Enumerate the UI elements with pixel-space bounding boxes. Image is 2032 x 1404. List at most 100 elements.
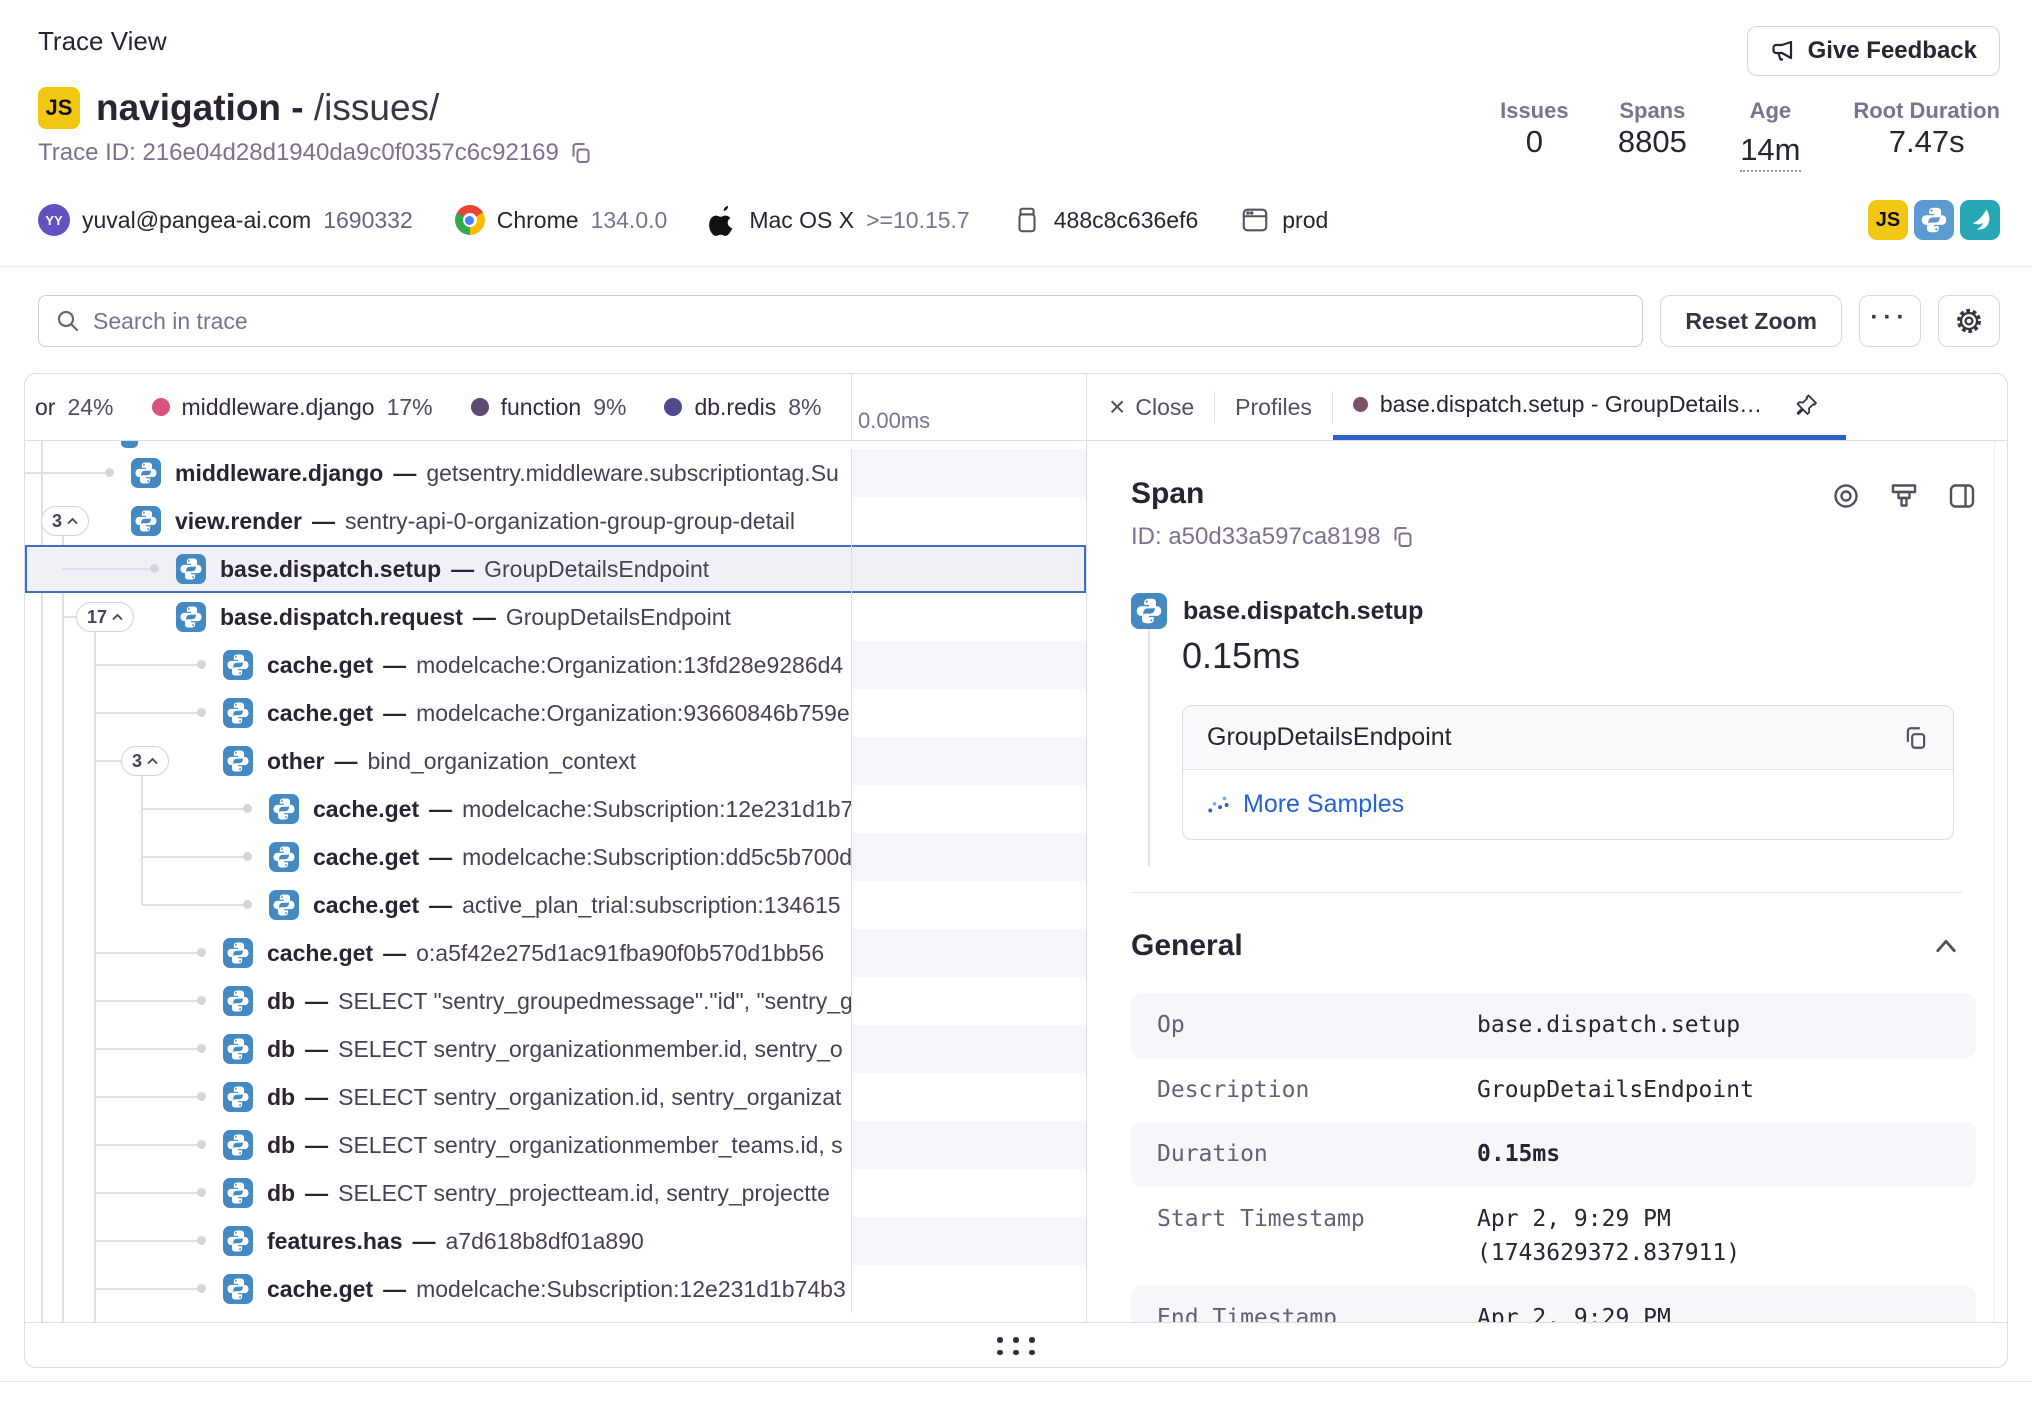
waterfall-cell[interactable] [852,1073,1086,1121]
tree-connector-dot [197,708,206,717]
waterfall-cell[interactable] [852,545,1086,593]
waterfall-cell[interactable] [852,497,1086,545]
span-description: modelcache:Subscription:12e231d1b74b3 [416,1276,846,1302]
span-op: other [267,748,325,774]
tab-profiles[interactable]: Profiles [1215,374,1332,440]
waterfall-cell[interactable] [852,689,1086,737]
span-row-text: base.dispatch.setup—GroupDetailsEndpoint [220,556,709,583]
span-tree-row[interactable]: cache.get—modelcache:Subscription:dd5c5b… [25,833,1086,881]
span-tree-row[interactable]: db—SELECT sentry_organizationmember_team… [25,1121,1086,1169]
focus-target-icon[interactable] [1831,481,1861,511]
span-tree-row[interactable]: cache.get—modelcache:Organization:936608… [25,689,1086,737]
waterfall-cell[interactable] [852,977,1086,1025]
collapse-chevron-up-icon[interactable] [1933,936,1959,956]
device-id: 488c8c636ef6 [1054,207,1199,234]
general-row-start-timestamp: Start TimestampApr 2, 9:29 PM (174362937… [1131,1187,1976,1286]
span-tree-row[interactable]: cache.get—active_plan_trial:subscription… [25,881,1086,929]
span-row-label-cell: db—SELECT sentry_organizationmember.id, … [25,1025,852,1073]
span-tree-row[interactable]: cache.get—modelcache:Subscription:12e231… [25,785,1086,833]
span-id-text: ID: a50d33a597ca8198 [1131,523,1381,551]
legend-percent: 8% [788,394,821,421]
span-count-chip[interactable]: 17 [76,602,134,632]
tree-connector [94,1000,201,1002]
copy-icon[interactable] [1903,725,1929,751]
span-row-label-cell: cache.get—modelcache:Subscription:12e231… [25,785,852,833]
general-key: Description [1157,1073,1477,1108]
waterfall-cell[interactable] [852,881,1086,929]
span-count-chip[interactable]: 3 [41,506,89,536]
python-icon [131,458,161,488]
waterfall-cell[interactable] [852,1265,1086,1313]
span-count-chip[interactable]: 3 [121,746,169,776]
pin-tab-button[interactable] [1786,385,1826,425]
search-bar[interactable] [38,295,1643,347]
span-tree-row[interactable]: cache.get—modelcache:Subscription:12e231… [25,1265,1086,1313]
stat-label: Age [1735,98,1805,124]
python-icon [223,938,253,968]
waterfall-cell[interactable] [852,929,1086,977]
general-key: Start Timestamp [1157,1202,1477,1271]
tree-connector [94,1144,201,1146]
tree-connector-dot [197,1284,206,1293]
span-tree-row[interactable]: 3other—bind_organization_context [25,737,1086,785]
waterfall-cell[interactable] [852,1025,1086,1073]
tab-active-span[interactable]: base.dispatch.setup - GroupDetails… [1333,374,1846,440]
tree-connector [94,1240,201,1242]
separator: — [383,940,406,966]
waterfall-cell[interactable] [852,785,1086,833]
span-tree-row[interactable]: 3view.render—sentry-api-0-organization-g… [25,497,1086,545]
span-tree-row[interactable]: features.has—a7d618b8df01a890 [25,1217,1086,1265]
span-tree-row[interactable]: 17base.dispatch.request—GroupDetailsEndp… [25,593,1086,641]
settings-button[interactable] [1938,295,2000,347]
general-table: Opbase.dispatch.setupDescriptionGroupDet… [1131,993,1976,1322]
sidebar-layout-icon[interactable] [1947,481,1977,511]
span-description: modelcache:Organization:13fd28e9286d4 [416,652,843,678]
copy-icon[interactable] [1391,525,1415,549]
reset-zoom-button[interactable]: Reset Zoom [1660,295,1842,347]
span-tree-row[interactable]: db—SELECT sentry_projectteam.id, sentry_… [25,1169,1086,1217]
waterfall-cell[interactable] [852,1217,1086,1265]
give-feedback-button[interactable]: Give Feedback [1747,26,2000,76]
tree-connector [94,1192,201,1194]
span-tree-row[interactable]: db—SELECT "sentry_groupedmessage"."id", … [25,977,1086,1025]
span-row-label-cell: features.has—a7d618b8df01a890 [25,1217,852,1265]
meta-user[interactable]: YY yuval@pangea-ai.com 1690332 [38,204,413,236]
python-icon [223,1226,253,1256]
close-panel-button[interactable]: × Close [1103,374,1214,440]
python-teal-platform-icon [1960,200,2000,240]
zoom-to-span-icon[interactable] [1889,481,1919,511]
page-title: Trace View [38,26,593,57]
waterfall-cell[interactable] [852,737,1086,785]
span-row-label-cell: 17base.dispatch.request—GroupDetailsEndp… [25,593,852,641]
more-samples-link[interactable]: More Samples [1243,790,1404,819]
span-description: modelcache:Subscription:dd5c5b700d [462,844,852,870]
waterfall-cell[interactable] [852,833,1086,881]
legend-item: middleware.django17% [152,394,433,421]
separator: — [429,892,452,918]
legend-label: function [501,394,582,421]
span-tree-row[interactable]: base.dispatch.setup—GroupDetailsEndpoint [25,545,1086,593]
search-input[interactable] [93,308,1626,335]
span-tree-row[interactable]: cache.get—modelcache:Organization:13fd28… [25,641,1086,689]
copy-icon[interactable] [569,141,593,165]
span-row-label-cell: cache.get—modelcache:Organization:936608… [25,689,852,737]
waterfall-cell[interactable] [852,449,1086,497]
span-tree-row[interactable]: db—SELECT sentry_organization.id, sentry… [25,1073,1086,1121]
waterfall-cell[interactable] [852,1121,1086,1169]
span-tree-row[interactable]: cache.get—o:a5f42e275d1ac91fba90f0b570d1… [25,929,1086,977]
tree-connector [141,808,247,810]
legend-percent: 9% [593,394,626,421]
waterfall-cell[interactable] [852,1169,1086,1217]
waterfall-cell[interactable] [852,641,1086,689]
span-op: db [267,1180,295,1206]
span-op-dot-icon [1353,397,1368,412]
span-op: cache.get [267,652,373,678]
python-icon [223,1178,253,1208]
span-tree-row[interactable]: middleware.django—getsentry.middleware.s… [25,449,1086,497]
tree-connector-dot [243,852,252,861]
drag-handle[interactable] [997,1337,1035,1355]
span-tree-row[interactable]: db—SELECT sentry_organizationmember.id, … [25,1025,1086,1073]
more-options-button[interactable]: ··· [1859,295,1921,347]
waterfall-cell[interactable] [852,593,1086,641]
header: Trace View JS navigation - /issues/ Trac… [0,0,2032,172]
